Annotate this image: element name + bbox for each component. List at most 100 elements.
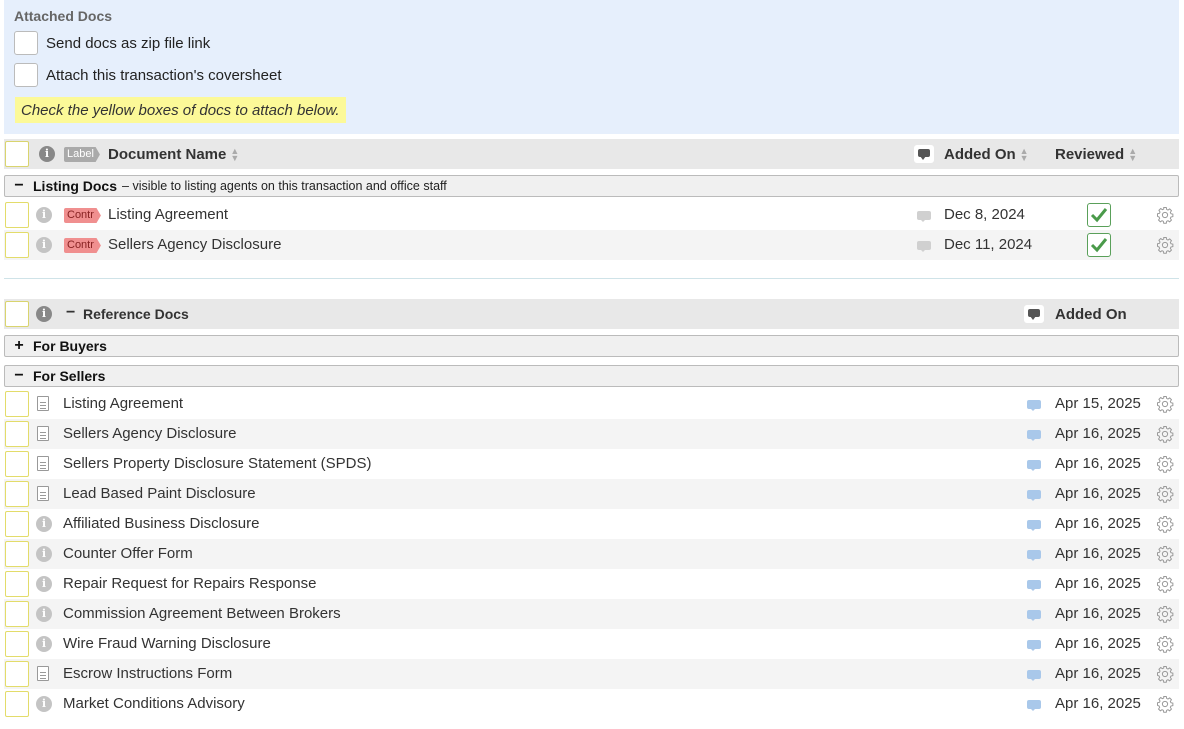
group-for-sellers[interactable]: − For Sellers [4, 365, 1179, 387]
table-row[interactable]: Listing Agreement Apr 15, 2025 [4, 389, 1179, 419]
attach-checkbox[interactable] [5, 511, 29, 537]
table-row[interactable]: i Counter Offer Form Apr 16, 2025 [4, 539, 1179, 569]
comment-icon[interactable] [1027, 430, 1041, 441]
document-name-link[interactable]: Lead Based Paint Disclosure [63, 485, 256, 502]
sort-icon[interactable]: ▲ ▼ [230, 147, 239, 163]
comment-icon[interactable] [1027, 520, 1041, 531]
document-name-link[interactable]: Escrow Instructions Form [63, 665, 232, 682]
sort-icon[interactable]: ▲ ▼ [1128, 147, 1137, 163]
settings-gear-icon[interactable] [1156, 695, 1174, 713]
attach-checkbox[interactable] [5, 601, 29, 627]
coversheet-checkbox[interactable] [14, 63, 38, 87]
reviewed-checkbox[interactable] [1087, 233, 1111, 257]
settings-gear-icon[interactable] [1156, 236, 1174, 254]
comment-icon[interactable] [1027, 400, 1041, 411]
document-name-link[interactable]: Counter Offer Form [63, 545, 193, 562]
settings-gear-icon[interactable] [1156, 455, 1174, 473]
document-name-link[interactable]: Affiliated Business Disclosure [63, 515, 259, 532]
document-name-link[interactable]: Sellers Property Disclosure Statement (S… [63, 455, 371, 472]
document-name-link[interactable]: Repair Request for Repairs Response [63, 575, 316, 592]
document-name-link[interactable]: Listing Agreement [108, 206, 228, 223]
info-icon[interactable]: i [36, 546, 52, 562]
group-for-buyers[interactable]: + For Buyers [4, 335, 1179, 357]
sort-icon[interactable]: ▲ ▼ [1020, 147, 1029, 163]
comment-icon[interactable] [1027, 490, 1041, 501]
document-name-link[interactable]: Sellers Agency Disclosure [63, 425, 236, 442]
table-row[interactable]: i Contr Sellers Agency Disclosure Dec 11… [4, 230, 1179, 260]
comment-icon[interactable] [1027, 610, 1041, 621]
settings-gear-icon[interactable] [1156, 395, 1174, 413]
settings-gear-icon[interactable] [1156, 605, 1174, 623]
settings-gear-icon[interactable] [1156, 206, 1174, 224]
comment-icon[interactable] [1027, 460, 1041, 471]
attach-checkbox[interactable] [5, 232, 29, 258]
comment-icon[interactable] [917, 241, 931, 252]
document-name-link[interactable]: Market Conditions Advisory [63, 695, 245, 712]
table-row[interactable]: i Affiliated Business Disclosure Apr 16,… [4, 509, 1179, 539]
settings-gear-icon[interactable] [1156, 485, 1174, 503]
attach-checkbox[interactable] [5, 421, 29, 447]
document-name-column-header[interactable]: Document Name ▲ ▼ [108, 146, 239, 163]
select-all-reference-checkbox[interactable] [5, 301, 29, 327]
info-icon[interactable]: i [36, 636, 52, 652]
comment-icon[interactable] [917, 211, 931, 222]
table-row[interactable]: i Contr Listing Agreement Dec 8, 2024 [4, 200, 1179, 230]
table-row[interactable]: Lead Based Paint Disclosure Apr 16, 2025 [4, 479, 1179, 509]
settings-gear-icon[interactable] [1156, 665, 1174, 683]
attach-checkbox[interactable] [5, 391, 29, 417]
table-row[interactable]: i Market Conditions Advisory Apr 16, 202… [4, 689, 1179, 719]
settings-gear-icon[interactable] [1156, 635, 1174, 653]
settings-gear-icon[interactable] [1156, 425, 1174, 443]
comment-icon[interactable] [1027, 550, 1041, 561]
collapse-icon[interactable]: − [5, 177, 33, 195]
table-row[interactable]: i Wire Fraud Warning Disclosure Apr 16, … [4, 629, 1179, 659]
coversheet-option[interactable]: Attach this transaction's coversheet [14, 63, 281, 87]
expand-icon[interactable]: + [5, 337, 33, 355]
reviewed-checkbox[interactable] [1087, 203, 1111, 227]
attach-checkbox[interactable] [5, 541, 29, 567]
settings-gear-icon[interactable] [1156, 575, 1174, 593]
table-row[interactable]: i Repair Request for Repairs Response Ap… [4, 569, 1179, 599]
attach-checkbox[interactable] [5, 691, 29, 717]
document-name-link[interactable]: Sellers Agency Disclosure [108, 236, 281, 253]
comment-icon[interactable] [1027, 580, 1041, 591]
document-name-link[interactable]: Commission Agreement Between Brokers [63, 605, 341, 622]
table-row[interactable]: Sellers Agency Disclosure Apr 16, 2025 [4, 419, 1179, 449]
comment-icon[interactable] [1027, 640, 1041, 651]
table-row[interactable]: Sellers Property Disclosure Statement (S… [4, 449, 1179, 479]
collapse-icon[interactable]: − [5, 367, 33, 385]
attach-checkbox[interactable] [5, 571, 29, 597]
info-icon[interactable]: i [36, 606, 52, 622]
info-icon[interactable]: i [36, 516, 52, 532]
document-icon[interactable] [37, 486, 49, 501]
select-all-checkbox[interactable] [5, 141, 29, 167]
zip-link-checkbox[interactable] [14, 31, 38, 55]
info-icon[interactable]: i [36, 207, 52, 223]
attach-checkbox[interactable] [5, 661, 29, 687]
document-icon[interactable] [37, 426, 49, 441]
settings-gear-icon[interactable] [1156, 515, 1174, 533]
document-icon[interactable] [37, 666, 49, 681]
settings-gear-icon[interactable] [1156, 545, 1174, 563]
attach-checkbox[interactable] [5, 481, 29, 507]
attach-checkbox[interactable] [5, 631, 29, 657]
info-icon[interactable]: i [36, 696, 52, 712]
comment-icon[interactable] [1027, 670, 1041, 681]
table-row[interactable]: i Commission Agreement Between Brokers A… [4, 599, 1179, 629]
comment-icon[interactable] [1027, 700, 1041, 711]
zip-link-option[interactable]: Send docs as zip file link [14, 31, 210, 55]
added-on-column-header[interactable]: Added On [1055, 306, 1127, 323]
info-icon[interactable]: i [36, 237, 52, 253]
added-on-column-header[interactable]: Added On ▲ ▼ [944, 146, 1029, 163]
group-listing-docs[interactable]: − Listing Docs – visible to listing agen… [4, 175, 1179, 197]
reviewed-column-header[interactable]: Reviewed ▲ ▼ [1055, 146, 1137, 163]
attach-checkbox[interactable] [5, 451, 29, 477]
document-icon[interactable] [37, 456, 49, 471]
document-name-link[interactable]: Wire Fraud Warning Disclosure [63, 635, 271, 652]
info-icon[interactable]: i [36, 576, 52, 592]
document-name-link[interactable]: Listing Agreement [63, 395, 183, 412]
table-row[interactable]: Escrow Instructions Form Apr 16, 2025 [4, 659, 1179, 689]
collapse-icon[interactable]: − [66, 304, 75, 322]
attach-checkbox[interactable] [5, 202, 29, 228]
document-icon[interactable] [37, 396, 49, 411]
